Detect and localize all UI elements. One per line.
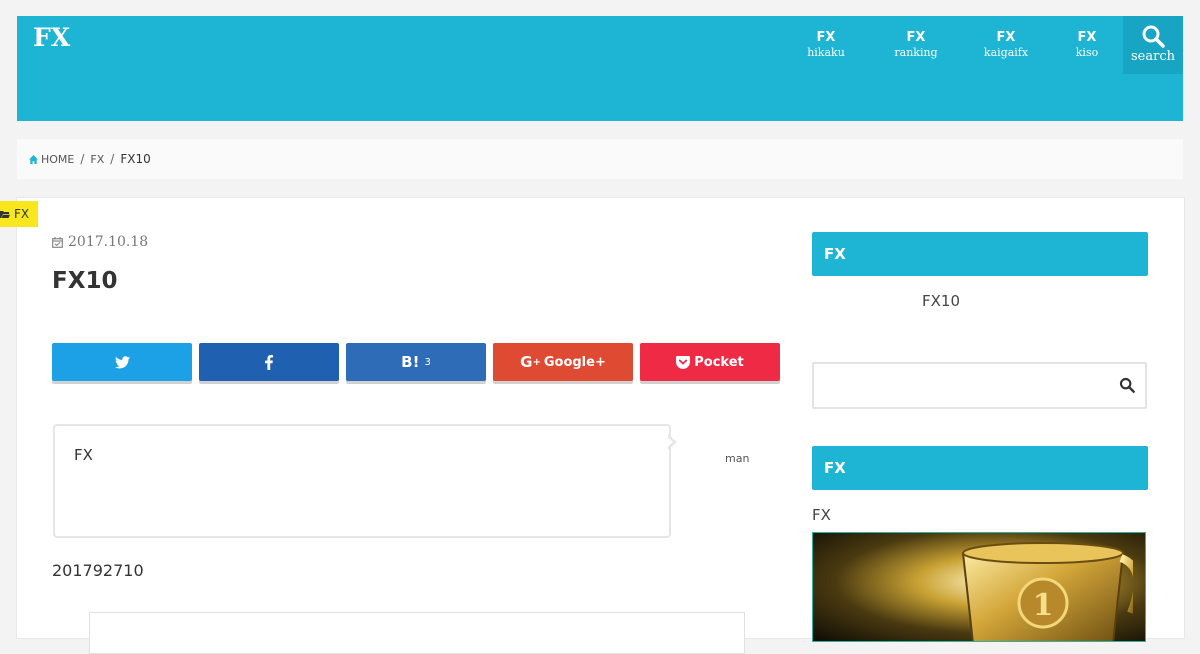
site-header: FX FX hikaku FX ranking FX kaigaifx FX k… [17, 16, 1183, 121]
calendar-icon [52, 236, 63, 248]
pocket-label: Pocket [694, 354, 744, 370]
facebook-icon [265, 354, 273, 370]
google-plus-icon: G [520, 353, 533, 371]
pocket-share-button[interactable]: Pocket [640, 343, 780, 381]
home-icon [29, 154, 38, 164]
logo-line-2: FX [33, 23, 71, 52]
hatena-icon: B! [401, 353, 420, 371]
breadcrumb-category-link[interactable]: FX [90, 153, 104, 166]
sidebar-trophy-image[interactable]: 1 [812, 532, 1146, 642]
sidebar-search-button[interactable] [1119, 377, 1135, 397]
trophy-icon: 1 [961, 542, 1133, 641]
category-badge-label: FX [14, 207, 30, 221]
breadcrumb-home-link[interactable]: HOME [41, 153, 74, 166]
breadcrumb-current: FX10 [120, 152, 151, 166]
speech-bubble-tail-inner [667, 437, 673, 447]
twitter-share-button[interactable] [52, 343, 192, 381]
post-date: 2017.10.18 [52, 234, 148, 250]
breadcrumb-separator: / [80, 152, 85, 166]
nav-item-kiso[interactable]: FX kiso [1051, 16, 1123, 74]
article-paragraph: 201792710 [52, 561, 144, 580]
breadcrumb-separator: / [110, 152, 115, 166]
facebook-share-button[interactable] [199, 343, 339, 381]
google-plus-share-button[interactable]: G + Google+ [493, 343, 633, 381]
hatena-count: 3 [424, 356, 431, 368]
nav-item-ranking[interactable]: FX ranking [871, 16, 961, 74]
pocket-icon [676, 355, 691, 369]
search-icon [1119, 377, 1135, 393]
speech-bubble-text: FX [74, 446, 93, 464]
sidebar-search-form [812, 362, 1147, 409]
search-label: search [1131, 49, 1175, 64]
nav-item-subtitle: kiso [1075, 46, 1099, 59]
header-search-button[interactable]: search [1123, 16, 1183, 74]
nav-item-subtitle: kaigaifx [983, 46, 1029, 59]
site-logo[interactable]: FX [33, 20, 103, 55]
nav-item-subtitle: hikaku [807, 46, 845, 59]
nav-item-title: FX [906, 30, 926, 45]
global-nav: FX hikaku FX ranking FX kaigaifx FX kiso… [781, 16, 1183, 74]
sidebar-profile-text: FX10 [922, 292, 960, 310]
category-badge[interactable]: FX [0, 201, 39, 227]
sidebar-section-heading: FX [812, 232, 1148, 276]
post-date-text: 2017.10.18 [68, 234, 149, 250]
sidebar-ranking-text: FX [812, 506, 831, 524]
twitter-icon [114, 355, 130, 368]
article-content-box [89, 612, 745, 654]
speech-bubble: FX [53, 424, 671, 538]
sidebar-ranking-heading: FX [812, 446, 1148, 490]
speaker-name: man [725, 452, 750, 465]
svg-text:1: 1 [1033, 588, 1054, 623]
folder-icon [0, 211, 10, 218]
nav-item-kaigaifx[interactable]: FX kaigaifx [961, 16, 1051, 74]
google-plus-label: Google+ [543, 354, 606, 370]
hatena-bookmark-button[interactable]: B! 3 [346, 343, 486, 381]
nav-item-title: FX [996, 30, 1016, 45]
sidebar-search-input[interactable] [814, 364, 1094, 407]
breadcrumb: HOME / FX / FX10 [17, 139, 1183, 179]
share-buttons: B! 3 G + Google+ Pocket [52, 343, 787, 381]
nav-item-hikaku[interactable]: FX hikaku [781, 16, 871, 74]
nav-item-title: FX [1077, 30, 1097, 45]
nav-item-subtitle: ranking [894, 46, 938, 59]
nav-item-title: FX [816, 30, 836, 45]
post-title: FX10 [52, 268, 118, 294]
search-icon [1142, 25, 1165, 48]
